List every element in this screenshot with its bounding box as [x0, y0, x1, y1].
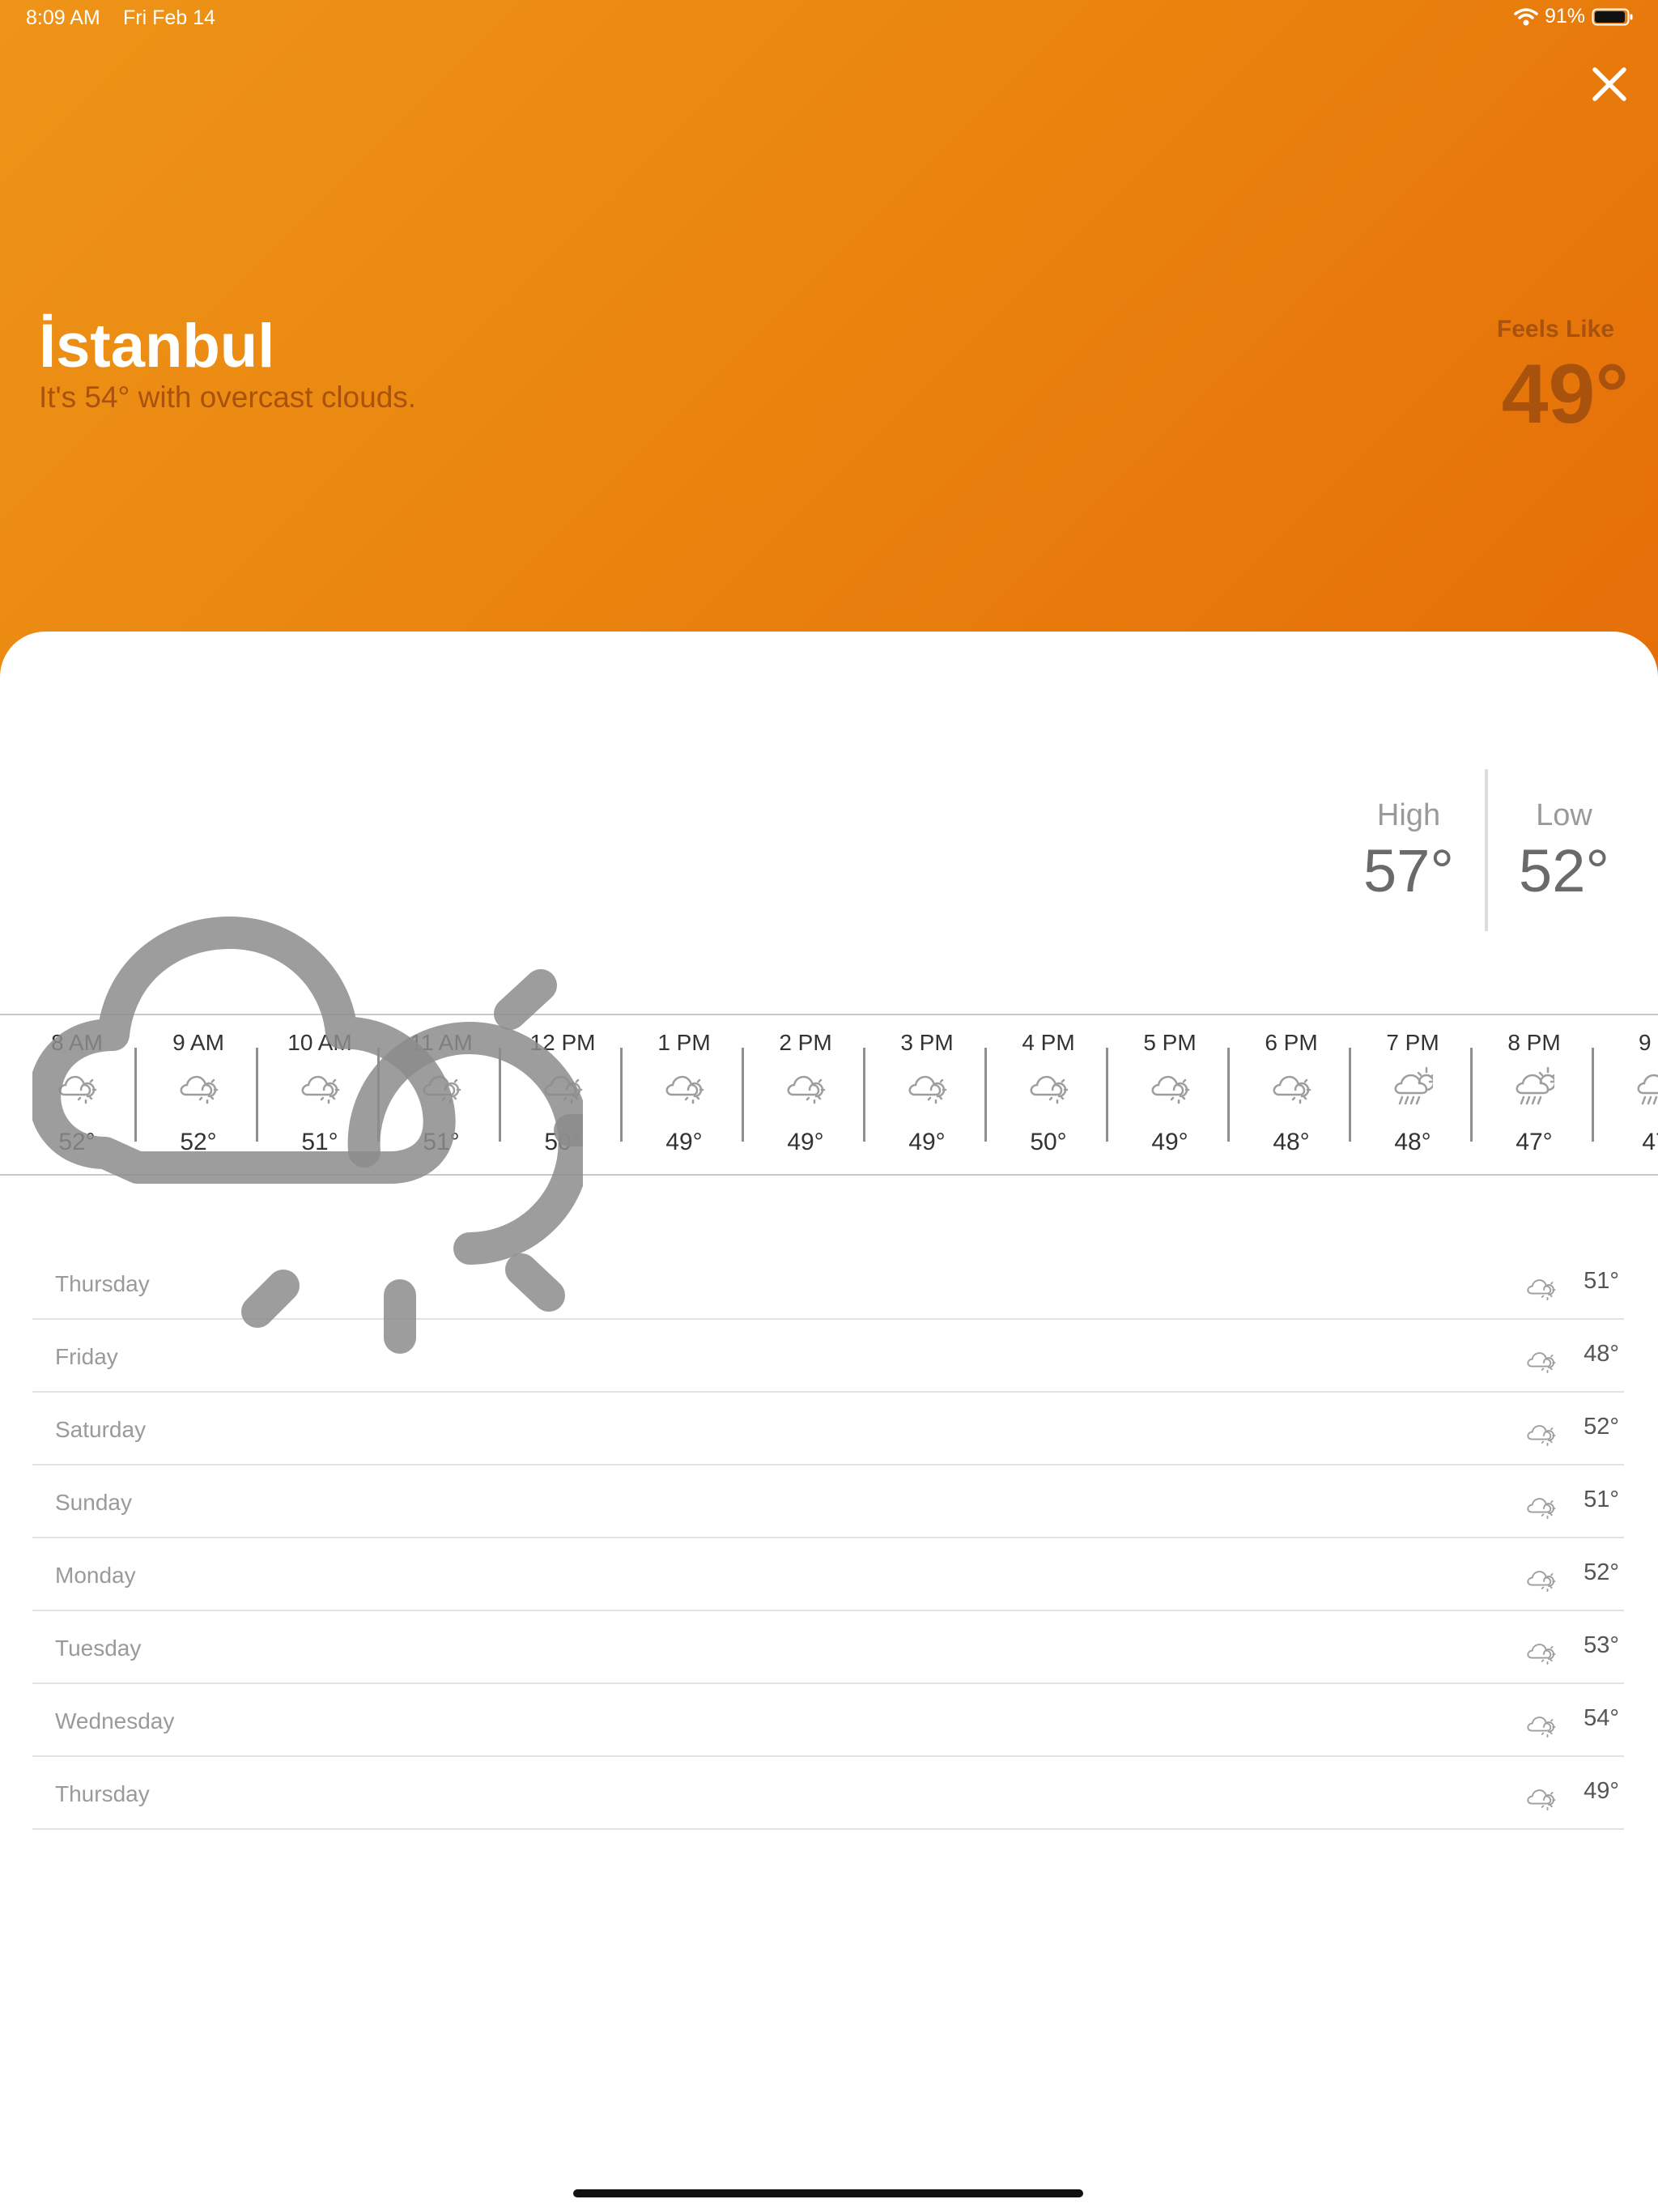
day-temp: 52° — [1584, 1414, 1619, 1440]
hourly-item: 9 P 47 — [1595, 1015, 1658, 1174]
daily-row: Tuesday 53° — [32, 1611, 1624, 1684]
close-icon[interactable] — [1587, 62, 1632, 107]
hourly-temp: 48° — [1273, 1129, 1310, 1155]
day-name: Saturday — [55, 1417, 147, 1442]
day-name: Monday — [55, 1563, 136, 1588]
partly-cloudy-icon — [1030, 1066, 1069, 1108]
hourly-separator — [984, 1048, 987, 1142]
condition-summary: It's 54° with overcast clouds. — [39, 381, 417, 414]
hourly-item: 6 PM 48° — [1231, 1015, 1352, 1174]
hourly-item: 5 PM 49° — [1109, 1015, 1231, 1174]
partly-cloudy-icon — [1527, 1636, 1556, 1668]
partly-cloudy-icon — [1527, 1417, 1556, 1449]
hourly-separator — [1470, 1048, 1473, 1142]
day-name: Wednesday — [55, 1708, 175, 1733]
partly-cloudy-icon — [1151, 1066, 1190, 1108]
daily-row: Wednesday 54° — [32, 1684, 1624, 1757]
hourly-separator — [1349, 1048, 1351, 1142]
daily-row: Monday 52° — [32, 1538, 1624, 1611]
day-name: Tuesday — [55, 1636, 142, 1661]
partly-cloudy-icon — [787, 1066, 826, 1108]
status-bar: 8:09 AM Fri Feb 14 91% — [0, 0, 1658, 39]
hourly-time: 3 PM — [900, 1030, 954, 1055]
hourly-time: 1 PM — [657, 1030, 711, 1055]
daily-row: Thursday 49° — [32, 1757, 1624, 1830]
hourly-separator — [620, 1048, 623, 1142]
hourly-item: 4 PM 50° — [988, 1015, 1109, 1174]
low-value: 52° — [1519, 837, 1609, 904]
hourly-separator — [742, 1048, 744, 1142]
partly-cloudy-icon — [1527, 1271, 1556, 1304]
partly-cloudy-icon — [1527, 1708, 1556, 1741]
hourly-time: 2 PM — [779, 1030, 832, 1055]
high-block: High 57° — [1336, 798, 1482, 905]
hourly-temp: 49° — [787, 1129, 824, 1155]
hourly-separator — [1106, 1048, 1108, 1142]
feels-like-value: 49° — [1501, 347, 1629, 441]
city-name: İstanbul — [39, 312, 275, 381]
low-label: Low — [1536, 798, 1592, 832]
hourly-time: 9 P — [1638, 1030, 1658, 1055]
hourly-item: 3 PM 49° — [866, 1015, 988, 1174]
high-value: 57° — [1363, 837, 1454, 904]
day-temp: 48° — [1584, 1341, 1619, 1367]
hourly-separator — [1592, 1048, 1594, 1142]
partly-cloudy-icon — [1527, 1490, 1556, 1522]
hourly-item: 1 PM 49° — [623, 1015, 745, 1174]
feels-like-label: Feels Like — [1496, 316, 1614, 342]
partly-cloudy-icon — [1527, 1344, 1556, 1376]
hourly-item: 8 PM 47° — [1473, 1015, 1595, 1174]
partly-cloudy-icon — [665, 1066, 704, 1108]
status-date: Fri Feb 14 — [123, 6, 215, 29]
hourly-separator — [1227, 1048, 1230, 1142]
status-time: 8:09 AM — [26, 6, 100, 29]
hourly-time: 5 PM — [1143, 1030, 1197, 1055]
hourly-time: 4 PM — [1022, 1030, 1075, 1055]
day-name: Sunday — [55, 1490, 132, 1515]
rain-sun-icon — [1394, 1066, 1435, 1108]
hourly-time: 6 PM — [1265, 1030, 1318, 1055]
partly-cloudy-icon — [908, 1066, 947, 1108]
hourly-temp: 47° — [1516, 1129, 1553, 1155]
hourly-time: 7 PM — [1386, 1030, 1439, 1055]
hourly-temp: 47 — [1642, 1129, 1658, 1155]
day-temp: 54° — [1584, 1705, 1619, 1731]
rain-sun-icon — [1516, 1066, 1557, 1108]
weather-header: 8:09 AM Fri Feb 14 91% İstanbul It's 54°… — [0, 0, 1658, 729]
high-label: High — [1376, 798, 1441, 832]
hourly-item: 2 PM 49° — [745, 1015, 866, 1174]
partly-cloudy-icon — [1527, 1563, 1556, 1595]
hourly-temp: 49° — [665, 1129, 703, 1155]
day-temp: 51° — [1584, 1268, 1619, 1294]
day-temp: 52° — [1584, 1559, 1619, 1585]
hourly-item: 7 PM 48° — [1352, 1015, 1473, 1174]
partly-cloudy-icon — [1273, 1066, 1312, 1108]
day-temp: 51° — [1584, 1487, 1619, 1512]
day-temp: 49° — [1584, 1778, 1619, 1804]
status-right: 91% — [1514, 5, 1634, 28]
hourly-temp: 50° — [1030, 1129, 1067, 1155]
day-temp: 53° — [1584, 1632, 1619, 1658]
hourly-temp: 48° — [1394, 1129, 1431, 1155]
hourly-temp: 49° — [908, 1129, 946, 1155]
battery-percent: 91% — [1544, 5, 1585, 28]
partly-cloudy-icon — [1527, 1781, 1556, 1814]
home-indicator[interactable] — [573, 2189, 1083, 2197]
hourly-time: 8 PM — [1507, 1030, 1561, 1055]
hourly-separator — [863, 1048, 865, 1142]
daily-row: Sunday 51° — [32, 1465, 1624, 1538]
hourly-temp: 49° — [1151, 1129, 1188, 1155]
rain-sun-icon — [1637, 1066, 1658, 1108]
wifi-icon — [1514, 7, 1538, 25]
low-block: Low 52° — [1491, 798, 1637, 905]
day-name: Thursday — [55, 1781, 150, 1806]
daily-row: Saturday 52° — [32, 1393, 1624, 1465]
battery-icon — [1592, 8, 1633, 25]
partly-cloudy-icon — [32, 917, 583, 1354]
high-low-divider — [1485, 769, 1488, 931]
